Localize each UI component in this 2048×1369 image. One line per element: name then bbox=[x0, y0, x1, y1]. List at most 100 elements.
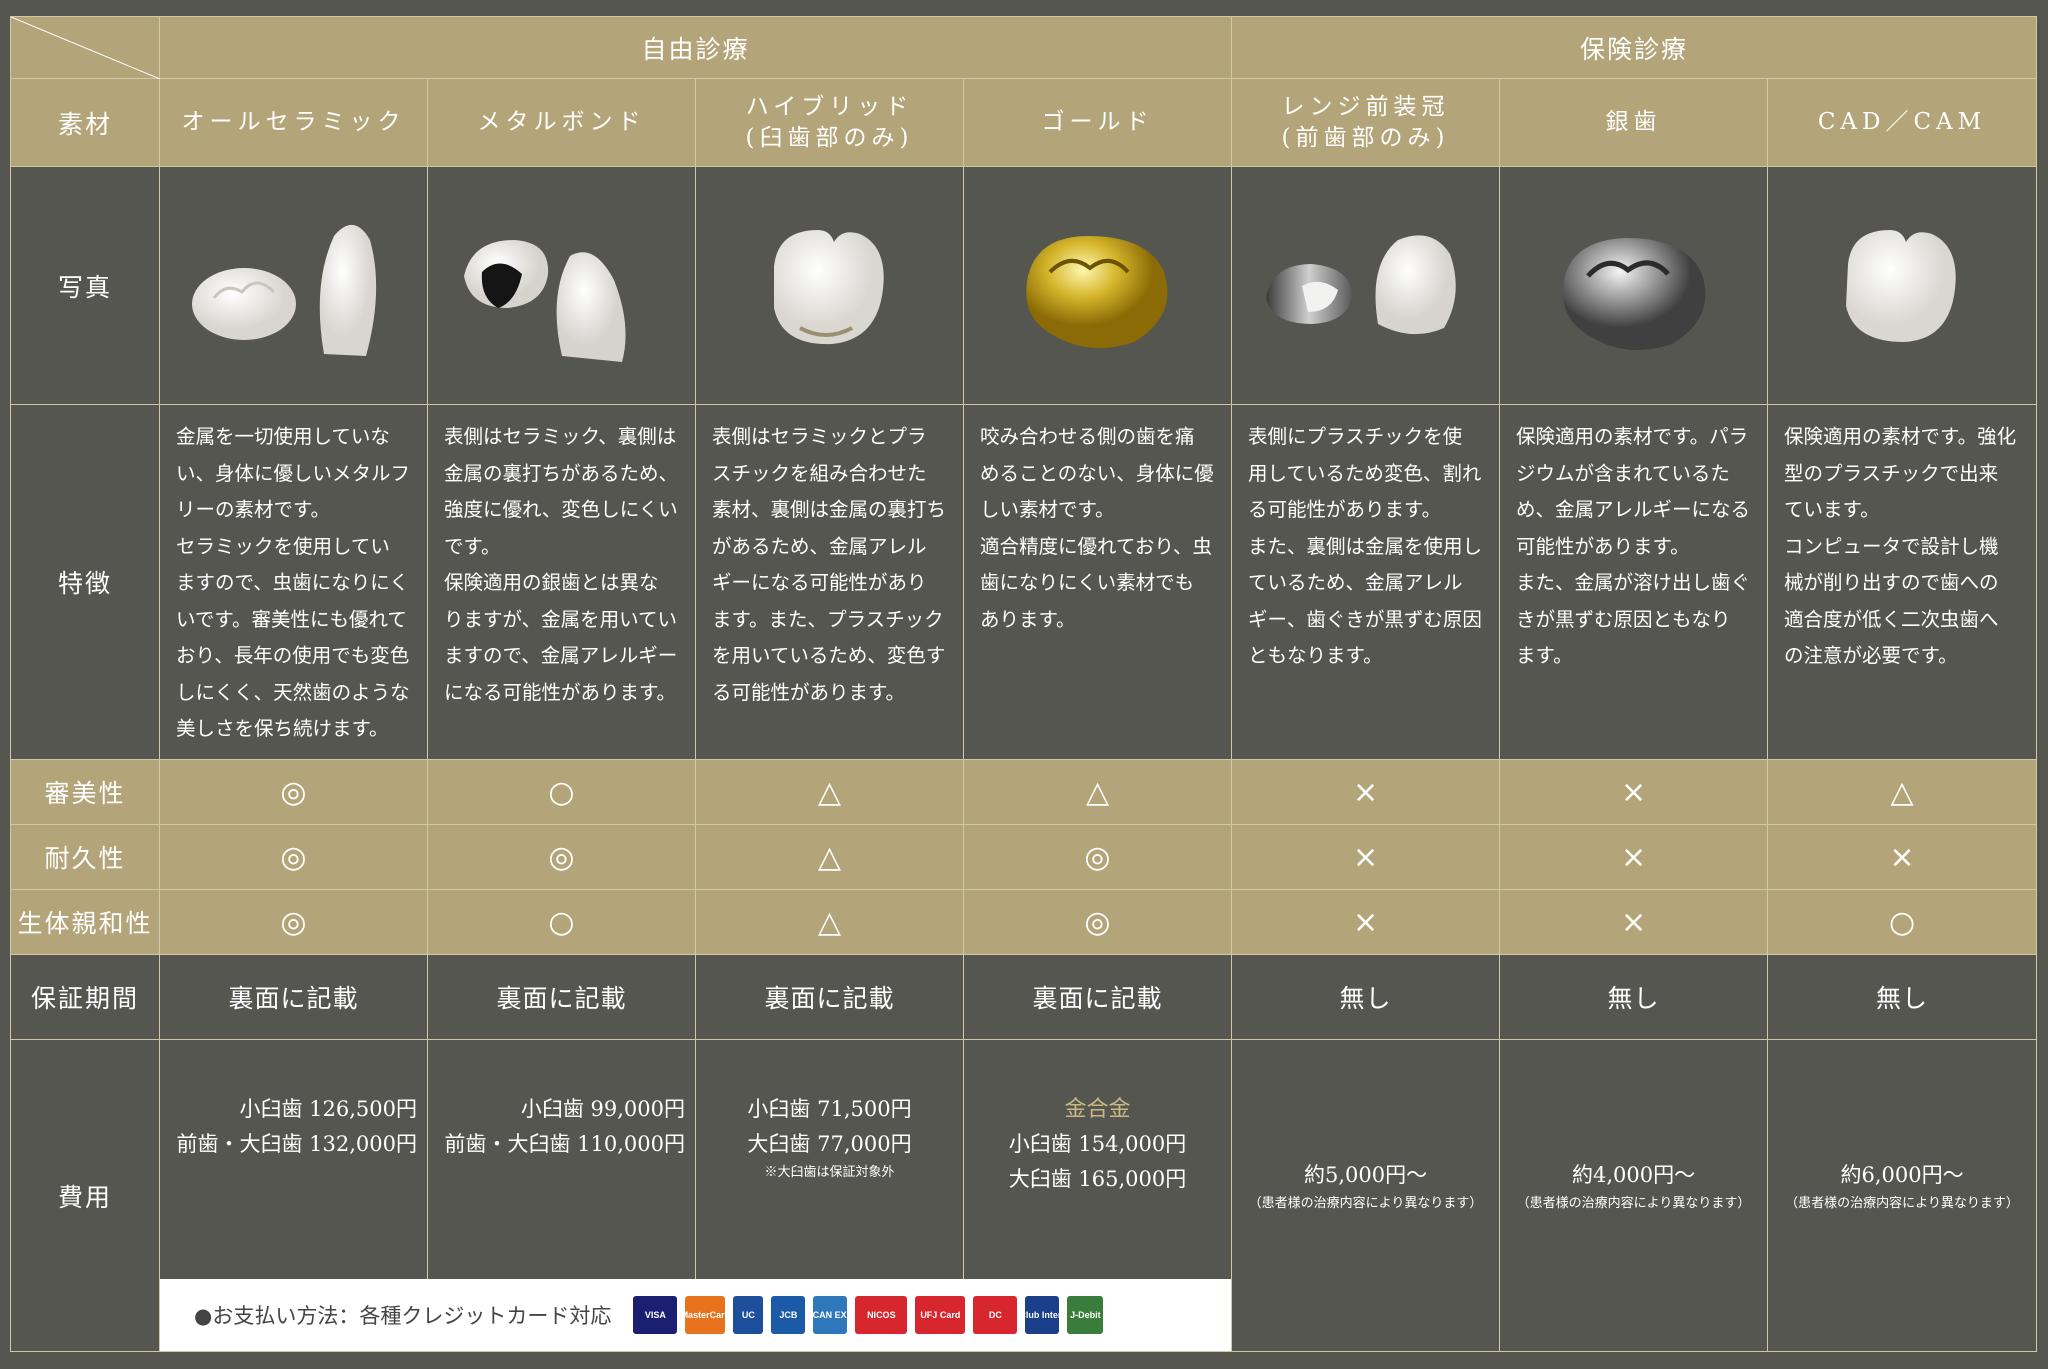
material-name: ゴールド bbox=[1041, 109, 1154, 135]
feature-description: 保険適用の素材です。強化 型のプラスチックで出来 ています。 コンピュータで設計し機械… bbox=[1767, 404, 2038, 760]
cost-values: 小臼歯 154,000円 大臼歯 165,000円 bbox=[964, 1127, 1231, 1197]
cost-note: （患者様の治療内容により異なります） bbox=[1248, 1196, 1483, 1211]
credit-card-logo: VISA bbox=[633, 1296, 678, 1334]
feature-line: 咬み合わせる側の歯を痛 bbox=[980, 425, 1195, 448]
cost-value: 小臼歯 71,500円 bbox=[747, 1097, 912, 1121]
cost-values: 小臼歯 99,000円前歯・大臼歯 110,000円 bbox=[428, 1092, 695, 1162]
material-name-cell: 銀歯 bbox=[1499, 78, 1769, 167]
aesthetics-rating: △ bbox=[962, 759, 1233, 825]
feature-line: ギーになる可能性があり bbox=[712, 571, 927, 594]
feature-line: また、金属が溶け出し歯ぐ bbox=[1516, 571, 1751, 594]
cost-values: 約5,000円～ bbox=[1232, 1158, 1499, 1193]
feature-line: セラミックを使用してい bbox=[176, 534, 390, 558]
tooth-crown-image bbox=[1265, 234, 1456, 334]
feature-line: おり、長年の使用でも変色 bbox=[176, 644, 410, 667]
feature-line: コンピュータで設計し機 bbox=[1784, 534, 1999, 558]
feature-line: ます。また、プラスチック bbox=[712, 607, 944, 631]
row-label-photo: 写真 bbox=[10, 166, 160, 405]
feature-line: 表側にプラスチックを使 bbox=[1248, 425, 1463, 448]
cost-value: 小臼歯 99,000円 bbox=[520, 1097, 685, 1121]
feature-line: 可能性があります。 bbox=[1516, 534, 1690, 558]
feature-line: です。 bbox=[444, 534, 501, 558]
feature-description: 表側はセラミック、裏側は 金属の裏打ちがあるため、 強度に優れ、変色しにくい です。保… bbox=[427, 404, 696, 760]
material-photo bbox=[695, 166, 964, 405]
biocompat-rating: × bbox=[1499, 889, 1769, 955]
material-name-cell: レンジ前装冠 (前歯部のみ) bbox=[1231, 78, 1501, 167]
biocompat-rating: ○ bbox=[427, 889, 696, 955]
feature-line: 表側はセラミック、裏側は bbox=[444, 425, 677, 448]
warranty-cell: 裏面に記載 bbox=[159, 954, 428, 1040]
feature-line: ます。 bbox=[1516, 644, 1573, 667]
feature-line: あります。 bbox=[980, 607, 1076, 631]
material-photo bbox=[1767, 166, 2038, 405]
credit-card-logos: VISAMasterCardUCJCBAMERICAN EXPRESSNICOS… bbox=[633, 1296, 1104, 1334]
corner-cell bbox=[10, 16, 160, 79]
cost-cell: 約6,000円～ （患者様の治療内容により異なります） bbox=[1767, 1039, 2038, 1352]
material-photo bbox=[427, 166, 696, 405]
feature-description: 表側にプラスチックを使 用しているため変色、割れ る可能性があります。 また、裏側は金… bbox=[1231, 404, 1501, 760]
biocompat-rating: ◎ bbox=[159, 889, 428, 955]
row-label-cost: 費用 bbox=[10, 1039, 160, 1352]
material-name-cell: オールセラミック bbox=[159, 78, 428, 167]
cost-note: ※大臼歯は保証対象外 bbox=[764, 1165, 895, 1180]
feature-line: め、金属アレルギーになる bbox=[1516, 498, 1751, 521]
row-label-aesthetics: 審美性 bbox=[10, 759, 160, 825]
material-photo bbox=[159, 166, 428, 405]
feature-line: スチックを組み合わせた bbox=[712, 461, 927, 485]
tooth-crown-image bbox=[1025, 235, 1167, 348]
durability-rating: × bbox=[1767, 824, 2038, 890]
warranty-cell: 無し bbox=[1767, 954, 2038, 1040]
material-name: 銀歯 bbox=[1605, 109, 1662, 135]
warranty-cell: 無し bbox=[1499, 954, 1769, 1040]
cost-value: 前歯・大臼歯 110,000円 bbox=[444, 1132, 685, 1156]
feature-line: リーの素材です。 bbox=[176, 498, 331, 521]
material-name: メタルボンド bbox=[477, 109, 646, 135]
feature-line: 適合精度に優れており、虫 bbox=[980, 534, 1213, 558]
cost-value: 小臼歯 126,500円 bbox=[239, 1097, 417, 1121]
biocompat-rating: ○ bbox=[1767, 889, 2038, 955]
material-photo bbox=[1231, 166, 1501, 405]
tooth-crown-image bbox=[1846, 229, 1956, 342]
aesthetics-rating: ◎ bbox=[159, 759, 428, 825]
feature-line: また、裏側は金属を使用し bbox=[1248, 534, 1483, 558]
row-label-features: 特徴 bbox=[10, 404, 160, 760]
feature-line: 保険適用の素材です。パラ bbox=[1516, 425, 1749, 448]
feature-description: 表側はセラミックとプラ スチックを組み合わせた 素材、裏側は金属の裏打ち があるため、… bbox=[695, 404, 964, 760]
feature-line: を用いているため、変色す bbox=[712, 644, 946, 667]
aesthetics-rating: ○ bbox=[427, 759, 696, 825]
cost-value: 大臼歯 165,000円 bbox=[1008, 1167, 1187, 1191]
material-name-cell: ゴールド bbox=[962, 78, 1233, 167]
feature-line: があるため、金属アレル bbox=[712, 534, 927, 558]
biocompat-rating: △ bbox=[695, 889, 964, 955]
credit-card-logo: AMERICAN EXPRESS bbox=[813, 1296, 848, 1334]
feature-line: 金属の裏打ちがあるため、 bbox=[444, 461, 679, 485]
feature-line: 保険適用の銀歯とは異な bbox=[444, 571, 659, 594]
cost-value: 前歯・大臼歯 132,000円 bbox=[176, 1132, 417, 1156]
feature-line: 金属を一切使用していな bbox=[176, 425, 390, 448]
feature-line: ているため、金属アレル bbox=[1248, 571, 1463, 594]
credit-card-logo: UFJ Card bbox=[915, 1296, 966, 1334]
aesthetics-rating: △ bbox=[1767, 759, 2038, 825]
aesthetics-rating: △ bbox=[695, 759, 964, 825]
durability-rating: × bbox=[1499, 824, 1769, 890]
feature-line: しい素材です。 bbox=[980, 498, 1115, 521]
feature-line: 用しているため変色、割れ bbox=[1248, 461, 1482, 485]
feature-line: 表側はセラミックとプラ bbox=[712, 425, 927, 448]
cost-value: 約4,000円～ bbox=[1571, 1163, 1696, 1187]
aesthetics-rating: × bbox=[1499, 759, 1769, 825]
insurance-treatment-header: 保険診療 bbox=[1231, 16, 2038, 79]
cost-cell: 約5,000円～ （患者様の治療内容により異なります） bbox=[1231, 1039, 1501, 1352]
cost-values: 約6,000円～ bbox=[1768, 1158, 2036, 1193]
tooth-crown-image bbox=[191, 224, 376, 356]
material-name: CAD／CAM bbox=[1817, 109, 1987, 135]
row-label-warranty: 保証期間 bbox=[10, 954, 160, 1040]
cost-value: 大臼歯 77,000円 bbox=[747, 1132, 912, 1156]
material-name: (臼歯部のみ) bbox=[745, 124, 914, 151]
payment-methods-text: ●お支払い方法：各種クレジットカード対応 bbox=[194, 1304, 612, 1328]
cost-values: 約4,000円～ bbox=[1500, 1158, 1767, 1193]
feature-line: 保険適用の素材です。強化 bbox=[1784, 425, 2017, 448]
credit-card-logo: NICOS bbox=[855, 1296, 908, 1334]
feature-line: ています。 bbox=[1784, 498, 1880, 521]
payment-methods-panel: ●お支払い方法：各種クレジットカード対応 VISAMasterCardUCJCB… bbox=[160, 1279, 1231, 1351]
material-name-cell: メタルボンド bbox=[427, 78, 696, 167]
